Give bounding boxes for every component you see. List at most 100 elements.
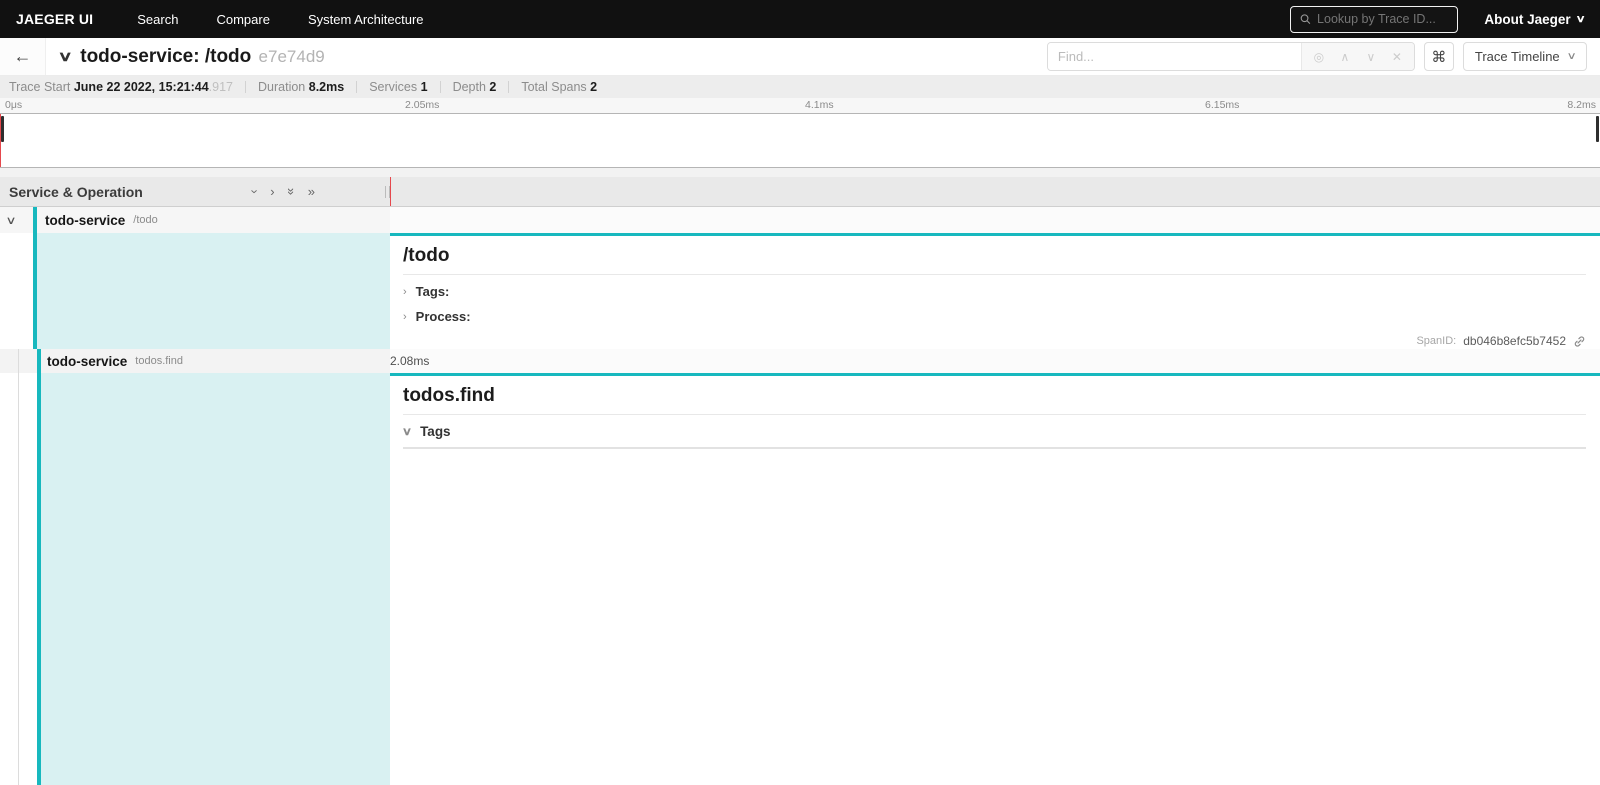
chevron-down-icon: ∨	[402, 425, 412, 438]
summary-value-fraction: .917	[209, 80, 233, 94]
collapse-all-icon[interactable]: »	[285, 188, 298, 195]
timeline-ticks[interactable]	[390, 177, 1600, 206]
divider	[245, 81, 246, 93]
trace-title-wrap: ∨ todo-service: /todo e7e74d9	[46, 46, 1047, 68]
next-result-button[interactable]: ∨	[1358, 50, 1384, 64]
expand-one-icon[interactable]: ›	[270, 185, 274, 198]
trace-summary-bar: Trace Start June 22 2022, 15:21:44.917 Du…	[0, 76, 1600, 98]
keyboard-shortcuts-button[interactable]: ⌘	[1424, 42, 1454, 71]
summary-label: Duration	[258, 80, 309, 94]
about-jaeger-menu[interactable]: About Jaeger ∨	[1484, 12, 1584, 27]
collapse-controls: › › » »	[253, 185, 315, 198]
trace-title: todo-service: /todo e7e74d9	[80, 46, 324, 68]
trace-toolbar: ← ∨ todo-service: /todo e7e74d9 ◎ ∧ ∨ ✕ …	[0, 38, 1600, 76]
expand-all-icon[interactable]: »	[308, 185, 315, 198]
chevron-down-icon: ∨	[1575, 14, 1585, 25]
app-brand[interactable]: JAEGER UI	[16, 11, 93, 27]
summary-label: Services	[369, 80, 420, 94]
minimap-tick-label: 8.2ms	[1567, 99, 1596, 111]
span-name-cell[interactable]: todo-service todos.find	[0, 349, 390, 373]
span-timeline-cell[interactable]: 2.08ms	[390, 349, 1600, 373]
summary-value: 2	[489, 80, 496, 94]
chevron-right-icon: ›	[403, 311, 407, 323]
span-name-cell[interactable]: ∨ todo-service /todo	[0, 207, 390, 233]
span-timeline-cell[interactable]	[390, 207, 1600, 233]
prev-result-button[interactable]: ∧	[1332, 50, 1358, 64]
search-icon	[1300, 13, 1311, 25]
summary-value: 2	[590, 80, 597, 94]
tags-overview-row[interactable]: › Tags:	[403, 284, 1586, 299]
clear-find-button[interactable]: ✕	[1384, 50, 1410, 64]
span-duration-label: 2.08ms	[390, 354, 429, 368]
nav-item-system-architecture[interactable]: System Architecture	[308, 12, 424, 27]
divider	[403, 274, 1586, 275]
divider	[403, 414, 1586, 415]
trace-lookup-input[interactable]	[1317, 12, 1448, 26]
minimap-gap	[0, 168, 1600, 177]
trace-lookup[interactable]	[1290, 6, 1458, 33]
collapse-children-icon[interactable]: ∨	[5, 214, 16, 227]
detail-left-fill	[37, 233, 390, 349]
chevron-right-icon: ›	[403, 286, 407, 298]
span-detail-title: /todo	[403, 245, 1586, 267]
operation-name: todos.find	[135, 355, 183, 367]
minimap-tick-label: 6.15ms	[1200, 99, 1239, 111]
indent-guide	[18, 373, 19, 785]
span-id-row: SpanID: db046b8efc5b7452	[403, 334, 1586, 348]
minimap-axis-labels: 0μs 2.05ms 4.1ms 6.15ms 8.2ms	[0, 98, 1600, 113]
tags-table	[403, 447, 1586, 449]
span-detail-panel-todo: /todo › Tags: › Process: SpanID: db046b8…	[390, 233, 1600, 349]
summary-label: Trace Start	[9, 80, 74, 94]
span-detail-row-todo: /todo › Tags: › Process: SpanID: db046b8…	[0, 233, 1600, 349]
top-nav: JAEGER UI Search Compare System Architectu…	[0, 0, 1600, 38]
find-input[interactable]	[1048, 43, 1301, 70]
back-arrow-icon: ←	[14, 46, 32, 67]
timeline-header-left: Service & Operation › › » »	[0, 177, 390, 206]
span-row-todos-find[interactable]: todo-service todos.find 2.08ms	[0, 349, 1600, 373]
collapse-one-icon[interactable]: ›	[249, 189, 262, 193]
trace-view-select[interactable]: Trace Timeline ∨	[1463, 42, 1587, 71]
match-highlight-icon[interactable]: ◎	[1306, 50, 1332, 64]
span-detail-panel-todos-find: todos.find ∨ Tags	[390, 373, 1600, 785]
nav-item-compare[interactable]: Compare	[216, 12, 269, 27]
minimap-tick-label: 4.1ms	[800, 99, 834, 111]
timeline-cursor-line	[390, 177, 391, 206]
chevron-down-icon: ∨	[1566, 51, 1576, 62]
service-accent-bar	[37, 349, 41, 373]
nav-item-search[interactable]: Search	[137, 12, 178, 27]
divider	[508, 81, 509, 93]
command-icon: ⌘	[1431, 48, 1446, 66]
summary-item: Duration 8.2ms	[258, 80, 344, 94]
detail-left-fill	[41, 373, 390, 785]
minimap-canvas[interactable]	[0, 113, 1600, 168]
link-icon[interactable]	[1573, 335, 1586, 348]
summary-label: Depth	[453, 80, 490, 94]
span-detail-title: todos.find	[403, 385, 1586, 407]
summary-item: Trace Start June 22 2022, 15:21:44.917	[9, 80, 233, 94]
tags-section-toggle[interactable]: ∨ Tags	[403, 424, 1586, 439]
service-name: todo-service	[47, 354, 127, 369]
service-operation-label: Service & Operation	[9, 184, 253, 200]
minimap-tick-label: 2.05ms	[400, 99, 439, 111]
summary-item: Total Spans 2	[521, 80, 597, 94]
summary-item: Services 1	[369, 80, 427, 94]
summary-item: Depth 2	[453, 80, 497, 94]
trace-id: e7e74d9	[259, 47, 325, 66]
minimap-right-scrubber[interactable]	[1596, 116, 1599, 142]
summary-value: June 22 2022, 15:21:44	[74, 80, 209, 94]
find-group: ◎ ∧ ∨ ✕	[1047, 42, 1415, 71]
divider	[356, 81, 357, 93]
back-button[interactable]: ←	[0, 38, 46, 75]
timeline-header: Service & Operation › › » »	[0, 177, 1600, 207]
process-overview-row[interactable]: › Process:	[403, 309, 1586, 324]
minimap-tick-label: 0μs	[0, 99, 22, 111]
span-detail-row-todos-find: todos.find ∨ Tags	[0, 373, 1600, 785]
summary-value: 8.2ms	[309, 80, 344, 94]
detail-left-column	[0, 373, 390, 785]
span-id-value: db046b8efc5b7452	[1463, 334, 1566, 348]
collapse-trace-chevron-icon[interactable]: ∨	[57, 48, 72, 65]
span-row-todo[interactable]: ∨ todo-service /todo	[0, 207, 1600, 233]
operation-name: /todo	[133, 214, 157, 226]
minimap-left-scrubber[interactable]	[1, 116, 4, 142]
summary-value: 1	[421, 80, 428, 94]
